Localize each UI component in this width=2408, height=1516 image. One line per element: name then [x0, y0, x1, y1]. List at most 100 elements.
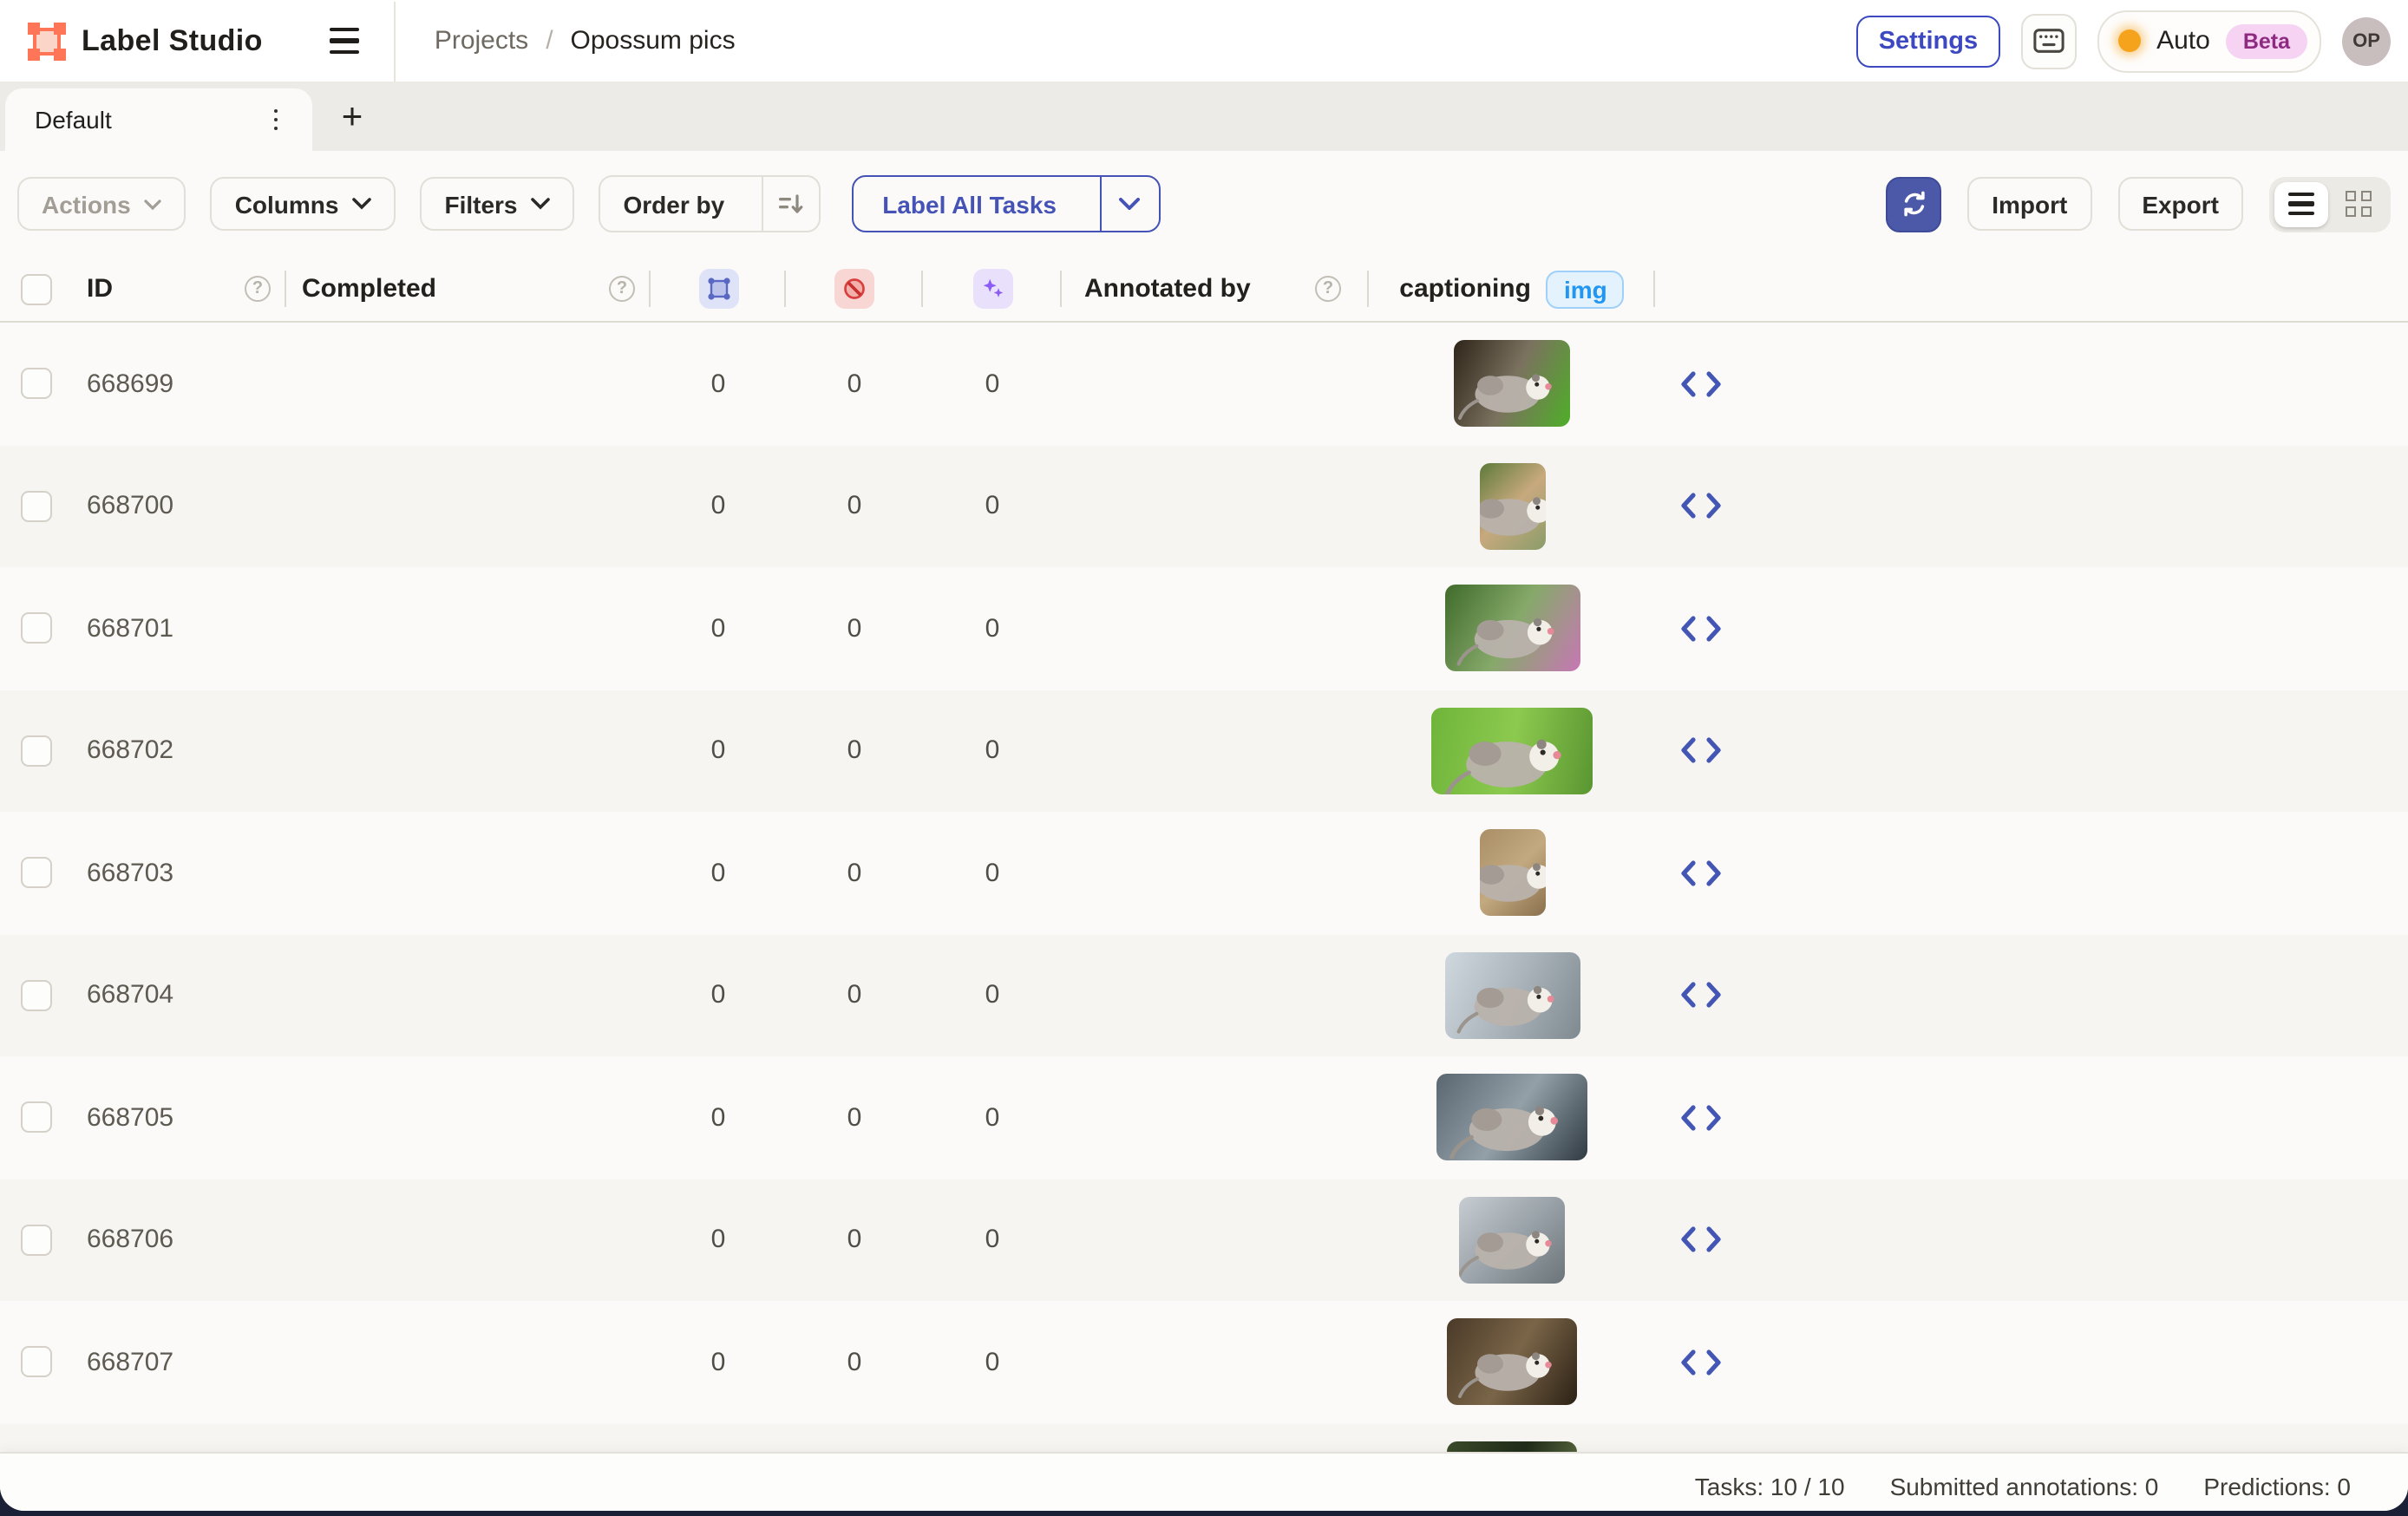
column-header-id[interactable]: ID: [87, 274, 113, 304]
row-checkbox[interactable]: [21, 1102, 52, 1134]
row-checkbox[interactable]: [21, 858, 52, 889]
column-header-completed[interactable]: Completed: [302, 274, 436, 304]
task-thumbnail[interactable]: [1436, 1075, 1587, 1161]
table-header: ID ? Completed ?: [0, 257, 2408, 323]
show-task-source-button[interactable]: [1676, 857, 1726, 890]
annotated-by-help-icon[interactable]: ?: [1315, 276, 1341, 302]
code-brackets-icon: [1679, 616, 1723, 642]
cancelled-count-cell: 0: [786, 323, 923, 445]
opossum-photo-placeholder: [1447, 1441, 1577, 1453]
row-checkbox[interactable]: [21, 1225, 52, 1256]
show-task-source-button[interactable]: [1676, 1346, 1726, 1379]
annotated-by-cell: [1062, 445, 1369, 567]
menu-hamburger-icon[interactable]: [318, 15, 370, 67]
table-row[interactable]: 668699 0 0 0: [0, 323, 2408, 445]
order-by-button[interactable]: Order by: [601, 177, 748, 231]
label-studio-logo[interactable]: Label Studio: [28, 22, 263, 60]
row-checkbox[interactable]: [21, 491, 52, 522]
code-brackets-icon: [1679, 371, 1723, 397]
sort-direction-button[interactable]: [761, 177, 818, 231]
table-row[interactable]: 668701 0 0 0: [0, 567, 2408, 689]
export-button[interactable]: Export: [2117, 177, 2243, 231]
select-all-checkbox[interactable]: [21, 273, 52, 304]
task-thumbnail[interactable]: [1479, 830, 1545, 917]
order-by-control: Order by: [599, 175, 821, 232]
table-row[interactable]: 668702 0 0 0: [0, 689, 2408, 812]
predictions-count-cell: 0: [923, 1179, 1062, 1301]
import-button[interactable]: Import: [1967, 177, 2091, 231]
cancelled-annotations-column-icon[interactable]: [834, 269, 874, 309]
show-task-source-button[interactable]: [1676, 490, 1726, 523]
tab-options-kebab-icon[interactable]: [257, 101, 295, 139]
table-row[interactable]: 668705 0 0 0: [0, 1056, 2408, 1179]
tab-default[interactable]: Default: [5, 88, 312, 151]
actions-dropdown[interactable]: Actions: [17, 177, 186, 231]
annotations-count-column-icon[interactable]: [698, 269, 738, 309]
row-checkbox[interactable]: [21, 369, 52, 400]
grid-view-button[interactable]: [2332, 181, 2385, 226]
table-row[interactable]: 668706 0 0 0: [0, 1179, 2408, 1301]
completed-cell: [286, 934, 651, 1056]
task-id: 668701: [69, 567, 286, 689]
task-thumbnail[interactable]: [1431, 708, 1593, 794]
code-brackets-icon: [1679, 738, 1723, 764]
row-checkbox[interactable]: [21, 613, 52, 644]
row-checkbox[interactable]: [21, 735, 52, 767]
filters-dropdown[interactable]: Filters: [420, 177, 574, 231]
add-tab-button[interactable]: +: [326, 88, 378, 151]
annotated-by-cell: [1062, 934, 1369, 1056]
tab-default-label: Default: [35, 106, 112, 134]
completed-cell: [286, 689, 651, 812]
task-thumbnail[interactable]: [1447, 1441, 1577, 1453]
breadcrumb-projects-link[interactable]: Projects: [435, 26, 528, 56]
list-view-button[interactable]: [2274, 181, 2328, 226]
table-row[interactable]: 668707 0 0 0: [0, 1301, 2408, 1423]
actions-label: Actions: [42, 190, 131, 218]
completed-cell: [286, 1301, 651, 1423]
sync-refresh-icon: [1899, 189, 1928, 219]
show-task-source-button[interactable]: [1676, 368, 1726, 401]
column-header-annotated-by[interactable]: Annotated by: [1084, 274, 1251, 304]
label-all-tasks-button[interactable]: Label All Tasks: [853, 177, 1086, 231]
columns-dropdown[interactable]: Columns: [211, 177, 396, 231]
task-thumbnail[interactable]: [1479, 463, 1545, 550]
table-row[interactable]: [0, 1423, 2408, 1452]
show-task-source-button[interactable]: [1676, 612, 1726, 645]
keyboard-shortcuts-button[interactable]: [2021, 13, 2077, 69]
refresh-button[interactable]: [1886, 176, 1941, 232]
settings-button[interactable]: Settings: [1856, 15, 2000, 67]
annotations-count-cell: 0: [651, 812, 786, 934]
sparkles-icon: [979, 276, 1005, 302]
completed-help-icon[interactable]: ?: [609, 276, 635, 302]
label-all-tasks-dropdown[interactable]: [1100, 177, 1159, 231]
task-id: [69, 1423, 286, 1452]
row-checkbox[interactable]: [21, 1347, 52, 1378]
export-label: Export: [2142, 190, 2219, 218]
filters-label: Filters: [444, 190, 517, 218]
table-row[interactable]: 668704 0 0 0: [0, 934, 2408, 1056]
label-studio-logo-icon: [28, 22, 66, 60]
predictions-column-icon[interactable]: [972, 269, 1012, 309]
table-row[interactable]: 668700 0 0 0: [0, 445, 2408, 567]
show-task-source-button[interactable]: [1676, 1101, 1726, 1134]
row-checkbox[interactable]: [21, 980, 52, 1011]
task-thumbnail[interactable]: [1444, 952, 1580, 1039]
task-id: 668700: [69, 445, 286, 567]
completed-cell: [286, 445, 651, 567]
id-help-icon[interactable]: ?: [245, 276, 271, 302]
show-task-source-button[interactable]: [1676, 979, 1726, 1012]
table-row[interactable]: 668703 0 0 0: [0, 812, 2408, 934]
task-thumbnail[interactable]: [1447, 1319, 1577, 1406]
topbar-right-group: Settings Auto Beta OP: [1856, 10, 2391, 72]
task-thumbnail[interactable]: [1459, 1197, 1565, 1284]
predictions-count-cell: 0: [923, 1056, 1062, 1179]
task-id: 668707: [69, 1301, 286, 1423]
auto-mode-toggle[interactable]: Auto Beta: [2097, 10, 2321, 72]
task-thumbnail[interactable]: [1454, 341, 1570, 428]
task-thumbnail[interactable]: [1444, 585, 1580, 672]
column-header-captioning[interactable]: captioning: [1399, 274, 1531, 304]
show-task-source-button[interactable]: [1676, 1224, 1726, 1257]
annotations-count-cell: 0: [651, 1179, 786, 1301]
show-task-source-button[interactable]: [1676, 735, 1726, 768]
user-avatar[interactable]: OP: [2342, 16, 2391, 65]
